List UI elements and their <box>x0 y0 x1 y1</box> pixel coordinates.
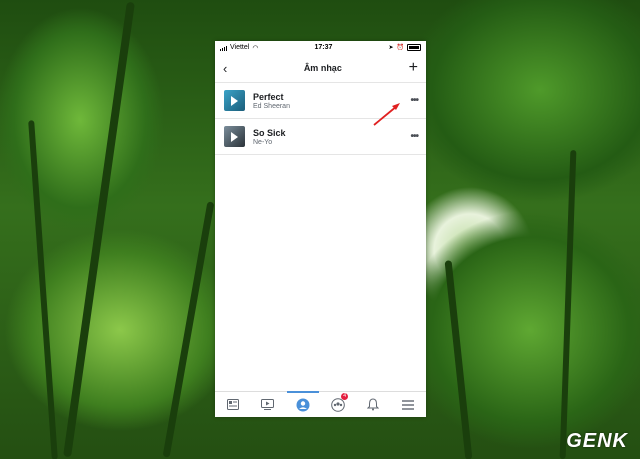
location-icon: ➤ <box>388 45 394 51</box>
battery-icon <box>407 44 421 51</box>
notifications-icon[interactable] <box>363 395 383 415</box>
play-icon <box>231 131 238 142</box>
signal-icon <box>220 45 227 51</box>
page-title: Âm nhạc <box>303 63 342 73</box>
wifi-icon: ◠ <box>252 44 259 52</box>
leaf-stem <box>444 260 473 459</box>
clock: 17:37 <box>314 44 333 51</box>
leaf-stem <box>28 120 58 459</box>
song-thumbnail <box>224 90 245 111</box>
page-header: ‹ Âm nhạc + <box>215 54 426 83</box>
more-options-button[interactable]: ••• <box>410 95 418 106</box>
play-icon <box>231 95 238 106</box>
back-chevron-icon[interactable]: ‹ <box>223 61 237 76</box>
bottom-tab-bar: 4 <box>215 390 426 417</box>
profile-icon[interactable] <box>286 390 319 415</box>
leaf-stem <box>559 149 577 459</box>
notification-badge: 4 <box>341 392 349 400</box>
song-thumbnail <box>224 126 245 147</box>
news-feed-icon[interactable] <box>223 395 243 415</box>
groups-icon[interactable]: 4 <box>328 392 349 415</box>
video-icon[interactable] <box>258 395 278 415</box>
leaf-stem <box>162 201 215 458</box>
add-music-button[interactable]: + <box>409 60 418 76</box>
watermark-logo: GENK <box>566 430 628 452</box>
red-arrow-annotation-icon <box>373 103 400 126</box>
menu-icon[interactable] <box>398 395 418 415</box>
carrier-label: Viettel <box>230 44 250 51</box>
phone-screen: Viettel ◠ 17:37 ➤ ⏰ ‹ Âm nhạc + Perfect … <box>215 41 426 417</box>
more-options-button[interactable]: ••• <box>410 131 418 142</box>
status-bar: Viettel ◠ 17:37 ➤ ⏰ <box>215 41 426 54</box>
alarm-icon: ⏰ <box>396 45 404 51</box>
song-title: So Sick <box>253 127 286 138</box>
song-artist: Ne-Yo <box>253 138 273 146</box>
leaf-stem <box>63 1 135 458</box>
